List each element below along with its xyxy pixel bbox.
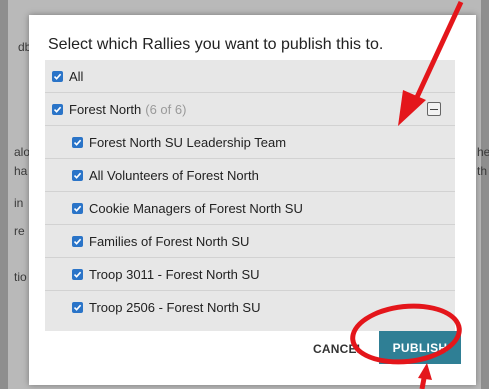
annotation-arrows — [398, 0, 464, 389]
arrow-up-icon — [418, 363, 432, 389]
arrow-down-left-icon — [398, 0, 464, 126]
